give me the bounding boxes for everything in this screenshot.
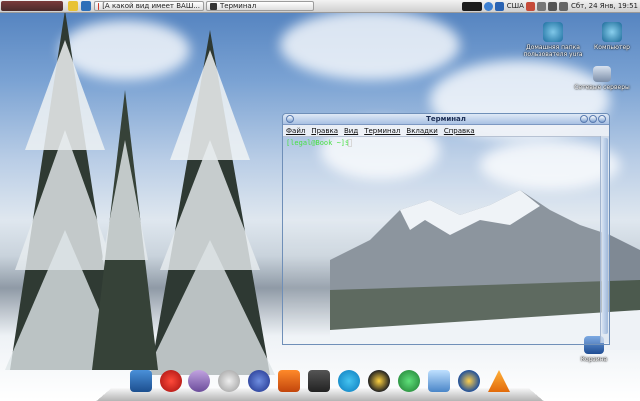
monitor-icon[interactable] [308, 370, 330, 392]
system-monitor-icon[interactable] [461, 1, 482, 11]
pidgin-icon[interactable] [188, 370, 210, 392]
top-panel: [А какой вид имеет ВАШ... Терминал США С… [0, 0, 640, 13]
terminal-icon [210, 2, 217, 10]
notes-launcher-icon[interactable] [68, 1, 78, 11]
terminal-content[interactable]: [legal@Book ~]$ [284, 136, 600, 343]
cloud [280, 10, 460, 80]
desktop-icon-home[interactable]: Домашняя папка пользователя yura [518, 22, 588, 58]
maximize-button[interactable] [589, 115, 597, 123]
vlc-icon[interactable] [488, 370, 510, 392]
menu-help[interactable]: Справка [444, 127, 475, 135]
text-cursor [348, 139, 352, 147]
virtualbox-icon[interactable] [428, 370, 450, 392]
computer-icon [602, 22, 622, 42]
window-title: Терминал [426, 115, 466, 123]
bluetooth-icon[interactable] [494, 1, 504, 11]
taskbar-button-browser[interactable]: [А какой вид имеет ВАШ... [94, 1, 204, 11]
terminal-title-bar[interactable]: Терминал [283, 114, 609, 125]
desktop-icon-computer[interactable]: Компьютер [588, 22, 636, 51]
desktop-icon-network[interactable]: Сетевые серверы [568, 66, 636, 91]
browser-icon [98, 2, 100, 10]
penguin-icon[interactable] [368, 370, 390, 392]
main-menu-button[interactable] [1, 1, 63, 11]
volume-icon[interactable] [547, 1, 557, 11]
mail-launcher-icon[interactable] [81, 1, 91, 11]
globe-icon[interactable] [248, 370, 270, 392]
taskbar-button-terminal[interactable]: Терминал [206, 1, 314, 11]
close-button[interactable] [598, 115, 606, 123]
skype-icon[interactable] [338, 370, 360, 392]
menu-view[interactable]: Вид [344, 127, 358, 135]
dock [96, 368, 544, 401]
menu-file[interactable]: Файл [286, 127, 305, 135]
network-icon[interactable] [536, 1, 546, 11]
menu-edit[interactable]: Правка [311, 127, 338, 135]
terminal-window[interactable]: Терминал Файл Правка Вид Терминал Вкладк… [282, 113, 610, 345]
menu-terminal[interactable]: Терминал [364, 127, 400, 135]
network-icon[interactable] [398, 370, 420, 392]
shell-prompt: [legal@Book ~]$ [286, 139, 350, 147]
scrollbar-thumb[interactable] [602, 138, 608, 334]
home-folder-icon [543, 22, 563, 42]
search-icon[interactable] [483, 1, 493, 11]
sound-icon[interactable] [218, 370, 240, 392]
clock[interactable]: Сбт, 24 Янв, 19:51 [571, 2, 638, 10]
terminal-scrollbar[interactable] [600, 136, 609, 343]
keyboard-layout-indicator[interactable]: США [507, 2, 524, 10]
file-manager-icon[interactable] [130, 370, 152, 392]
recorder-icon[interactable] [278, 370, 300, 392]
pine-tree [145, 30, 275, 375]
battery-icon[interactable] [558, 1, 568, 11]
minimize-button[interactable] [580, 115, 588, 123]
thunderbird-icon[interactable] [458, 370, 480, 392]
pine-tree [92, 90, 158, 370]
network-servers-icon [593, 66, 611, 82]
opera-icon[interactable] [160, 370, 182, 392]
update-icon[interactable] [525, 1, 535, 11]
menu-tabs[interactable]: Вкладки [406, 127, 437, 135]
